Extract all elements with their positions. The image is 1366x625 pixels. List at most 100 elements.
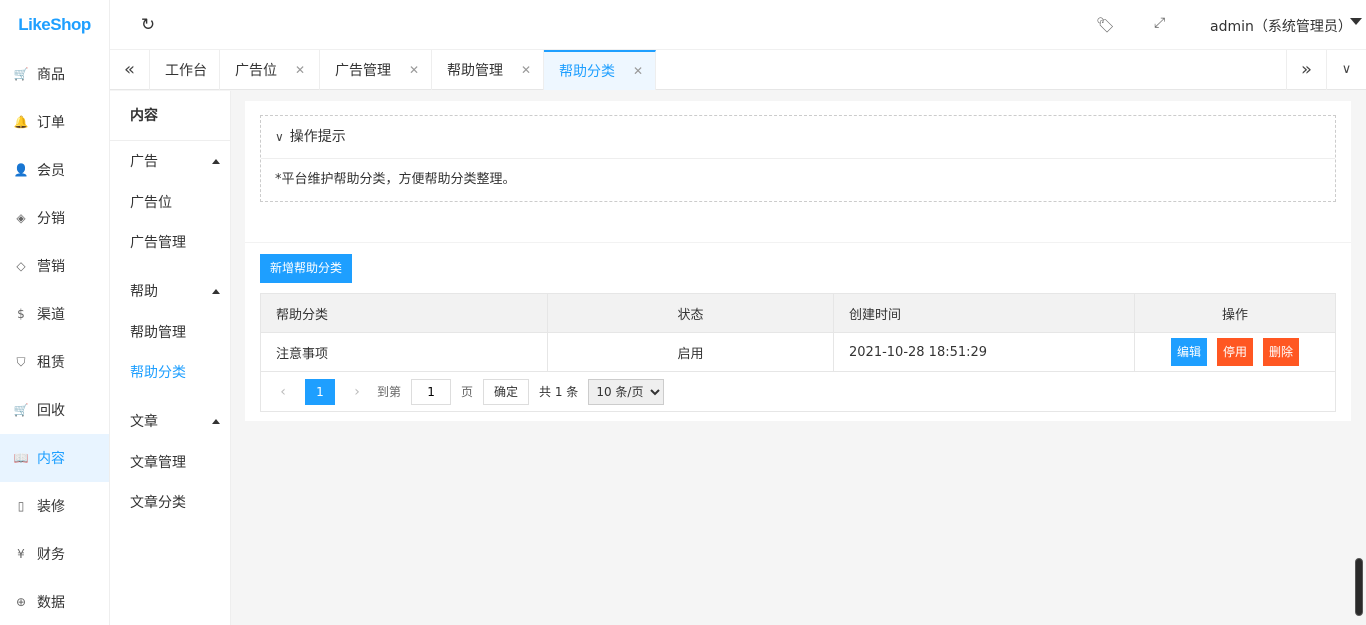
subnav-item[interactable]: 帮助分类 [110,353,230,393]
cell-actions: 编辑 停用 删除 [1134,332,1336,372]
sidebar-item[interactable]: ¥ 财务 [0,530,109,578]
next-page-icon[interactable]: › [347,384,367,400]
subnav-item[interactable]: 广告管理 [110,223,230,263]
total-count: 共 1 条 [539,385,579,399]
sidebar-item-label: 商品 [37,67,65,83]
edit-button[interactable]: 编辑 [1170,338,1207,366]
sidebar-item[interactable]: ◈ 分销 [0,194,109,242]
tips-panel: ∨ 操作提示 *平台维护帮助分类，方便帮助分类整理。 [260,115,1336,202]
book-icon: 📖 [13,451,29,465]
sidebar-item-label: 装修 [37,499,65,515]
sub-sidebar: 内容 广告广告位 广告管理帮助帮助管理 帮助分类文章 文章管理 文章分类 [110,91,231,625]
sidebar-item-label: 内容 [37,451,65,467]
chevron-down-icon[interactable]: ∨ [1326,50,1366,90]
disable-button[interactable]: 停用 [1216,338,1253,366]
close-icon[interactable]: ✕ [521,63,531,77]
subnav-group[interactable]: 文章 [110,401,230,443]
col-header-created: 创建时间 [833,293,1135,333]
caret-up-icon [212,159,220,164]
col-header-category: 帮助分类 [260,293,548,333]
sidebar-item[interactable]: 🔔 订单 [0,98,109,146]
sidebar-item[interactable]: 📖 内容 [0,434,109,482]
logo[interactable]: LikeShop [0,0,109,50]
page-input[interactable] [411,378,452,405]
sidebar-item[interactable]: ⊕ 数据 [0,578,109,625]
sidebar-item-label: 会员 [37,163,65,179]
tabs-scroll-right-icon[interactable]: » [1286,50,1326,90]
sidebar-item-label: 订单 [37,115,65,131]
sidebar-item[interactable]: 👤 会员 [0,146,109,194]
user-menu[interactable]: admin（系统管理员） [1210,16,1352,36]
cart-icon: 🛒 [13,403,29,417]
subnav-item[interactable]: 文章管理 [110,443,230,483]
tab[interactable]: 广告位 ✕ [220,50,320,90]
sidebar-item-label: 数据 [37,595,65,611]
fullscreen-icon[interactable]: ⤢ [1154,15,1165,31]
caret-down-icon[interactable] [1350,18,1362,25]
sidebar-item[interactable]: ⛉ 租赁 [0,338,109,386]
yen-icon: ¥ [17,547,25,561]
col-header-actions: 操作 [1134,293,1336,333]
tab[interactable]: 广告管理 ✕ [320,50,432,90]
chevron-down-icon: ∨ [275,130,284,144]
goto-confirm-button[interactable]: 确定 [483,378,530,405]
sidebar-item-label: 分销 [37,211,65,227]
sidebar-item[interactable]: $ 渠道 [0,290,109,338]
tips-text: *平台维护帮助分类，方便帮助分类整理。 [275,172,516,187]
per-page-select[interactable]: 10 条/页 [588,378,665,405]
sidebar-item[interactable]: 🛒 商品 [0,50,109,98]
current-page[interactable]: 1 [305,378,335,405]
tab-label: 工作台 [165,63,207,79]
sidebar-item[interactable]: ▯ 装修 [0,482,109,530]
subnav-item[interactable]: 广告位 [110,183,230,223]
close-icon[interactable]: ✕ [633,64,643,78]
user-icon: 👤 [13,163,29,177]
tabs-bar: « 工作台 广告位 ✕ 广告管理 ✕ 帮助管理 ✕ 帮助分类 ✕ » ∨ [110,50,1366,90]
delete-button[interactable]: 删除 [1263,338,1300,366]
sidebar-item[interactable]: ◇ 营销 [0,242,109,290]
sidebar-item-label: 营销 [37,259,65,275]
refresh-icon[interactable]: ↻ [138,15,158,35]
shield-icon: ⛉ [16,354,26,369]
subnav-item[interactable]: 文章分类 [110,483,230,523]
prev-page-icon[interactable]: ‹ [273,384,293,400]
bell-icon: 🔔 [13,115,29,129]
diamond-icon: ◇ [16,259,26,273]
sidebar-item-label: 回收 [37,403,65,419]
globe-icon: ⊕ [15,595,27,609]
subnav-item[interactable]: 帮助管理 [110,313,230,353]
goto-label: 到第 [377,385,402,399]
help-category-table: 帮助分类 状态 创建时间 操作 注意事项 启用 2021-10-28 18:51… [260,293,1336,372]
tab[interactable]: 工作台 [150,50,220,90]
tabs-scroll-left-icon[interactable]: « [110,50,150,90]
close-icon[interactable]: ✕ [295,63,305,77]
subnav-title: 内容 [110,91,230,141]
subnav-group-label: 帮助 [130,284,158,300]
tips-header[interactable]: ∨ 操作提示 [261,116,1335,159]
sidebar-item-label: 租赁 [37,355,65,371]
tab-label: 帮助分类 [559,64,615,80]
tab-label: 广告位 [235,63,277,79]
subnav-group-label: 广告 [130,154,158,170]
subnav-group[interactable]: 广告 [110,141,230,183]
page-unit-label: 页 [461,385,474,399]
close-icon[interactable]: ✕ [409,63,419,77]
tab[interactable]: 帮助分类 ✕ [544,50,656,90]
table-row: 注意事项 启用 2021-10-28 18:51:29 编辑 停用 删除 [260,332,1336,372]
scrollbar-thumb[interactable] [1355,558,1363,616]
sidebar-item[interactable]: 🛒 回收 [0,386,109,434]
cell-created: 2021-10-28 18:51:29 [833,332,1135,372]
cell-category: 注意事项 [260,332,548,372]
main-sidebar: LikeShop 🛒 商品 🔔 订单 👤 会员 ◈ 分销 ◇ 营销 $ 渠道 ⛉ 租赁 🛒 回收 📖 内容 ▯ 装修 ¥… [0,0,110,625]
dollar-icon: $ [17,307,25,321]
tag-icon[interactable]: 🏷 [1096,16,1115,34]
tab[interactable]: 帮助管理 ✕ [432,50,544,90]
caret-up-icon [212,419,220,424]
col-header-status: 状态 [547,293,834,333]
add-help-category-button[interactable]: 新增帮助分类 [260,254,353,283]
cart-icon: 🛒 [13,67,29,81]
sidebar-item-label: 渠道 [37,307,65,323]
tips-title: 操作提示 [289,129,346,145]
caret-up-icon [212,289,220,294]
subnav-group[interactable]: 帮助 [110,271,230,313]
